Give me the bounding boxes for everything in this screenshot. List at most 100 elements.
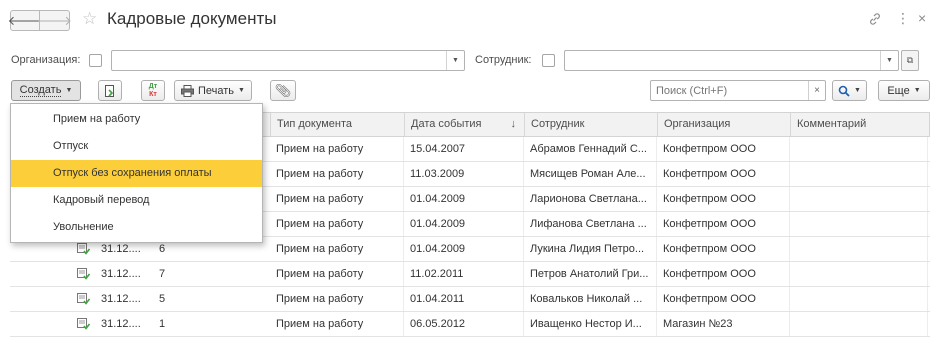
cell-event-date: 11.03.2009 — [404, 162, 524, 186]
cell-employee: Лифанова Светлана ... — [524, 212, 657, 236]
cell-organization: Конфетпром ООО — [657, 187, 790, 211]
cell-doc-type: Прием на работу — [270, 162, 404, 186]
search-field[interactable]: × — [650, 80, 826, 101]
cell-doc-type: Прием на работу — [270, 187, 404, 211]
cell-doc-type: Прием на работу — [270, 287, 404, 311]
cell-employee: Петров Анатолий Гри... — [524, 262, 657, 286]
cell-employee: Лукина Лидия Петро... — [524, 237, 657, 261]
cell-number: 5 — [159, 293, 166, 305]
more-button[interactable]: Еще ▼ — [878, 80, 930, 101]
cell-doc-type: Прием на работу — [270, 262, 404, 286]
create-menu-item[interactable]: Прием на работу — [11, 106, 262, 133]
cell-organization: Конфетпром ООО — [657, 237, 790, 261]
posted-document-icon — [77, 243, 91, 255]
print-button-label: Печать — [198, 84, 235, 97]
table-row[interactable]: 31.12.... 7 Прием на работу 11.02.2011 Петро… — [10, 262, 930, 287]
search-options-button[interactable]: ▼ — [832, 80, 867, 101]
chevron-down-icon[interactable]: ▼ — [880, 51, 898, 70]
cell-employee: Ковальков Николай ... — [524, 287, 657, 311]
column-header-doc-type[interactable]: Тип документа — [271, 113, 405, 136]
cell-organization: Конфетпром ООО — [657, 287, 790, 311]
postings-button[interactable]: Дт Кт — [141, 80, 165, 101]
cell-comment — [790, 287, 928, 311]
cell-number: 1 — [159, 318, 166, 330]
printer-icon — [181, 84, 194, 97]
cell-employee: Иващенко Нестор И... — [524, 312, 657, 336]
create-menu-item[interactable]: Кадровый перевод — [11, 187, 262, 214]
paperclip-icon: 📎︎ — [274, 82, 292, 98]
cell-date: 31.12.... — [101, 268, 141, 280]
clear-search-icon[interactable]: × — [808, 81, 825, 100]
attach-file-button[interactable]: 📎︎ — [270, 80, 296, 101]
table-row[interactable]: 31.12.... 1 Прием на работу 06.05.2012 Иваще… — [10, 312, 930, 337]
cell-organization: Конфетпром ООО — [657, 137, 790, 161]
cell-comment — [790, 312, 928, 336]
table-row[interactable]: 31.12.... 5 Прием на работу 01.04.2011 Ковал… — [10, 287, 930, 312]
cell-comment — [790, 187, 928, 211]
copy-document-button[interactable] — [98, 80, 122, 101]
cell-organization: Конфетпром ООО — [657, 262, 790, 286]
link-icon[interactable] — [868, 12, 882, 29]
search-icon — [838, 85, 850, 97]
sort-descending-icon: ↓ — [510, 118, 517, 130]
cell-event-date: 15.04.2007 — [404, 137, 524, 161]
create-dropdown-menu: Прием на работу Отпуск Отпуск без сохранен… — [10, 103, 263, 243]
column-header-organization[interactable]: Организация — [658, 113, 791, 136]
employee-label: Сотрудник: — [475, 54, 532, 66]
cell-comment — [790, 262, 928, 286]
cell-comment — [790, 137, 928, 161]
cell-event-date: 01.04.2009 — [404, 187, 524, 211]
cell-event-date: 01.04.2009 — [404, 237, 524, 261]
column-header-event-date-label: Дата события — [411, 118, 482, 130]
open-window-icon: ⧉ — [906, 55, 914, 65]
employee-filter-checkbox[interactable] — [542, 54, 555, 67]
posted-document-icon — [77, 318, 91, 330]
cell-employee: Абрамов Геннадий С... — [524, 137, 657, 161]
caret-down-icon: ▼ — [238, 87, 245, 94]
cell-date: 31.12.... — [101, 318, 141, 330]
close-icon[interactable]: × — [918, 10, 926, 26]
cell-event-date: 11.02.2011 — [404, 262, 524, 286]
chevron-down-icon[interactable]: ▼ — [446, 51, 464, 70]
cell-number: 7 — [159, 268, 166, 280]
back-button[interactable]: 🡐 — [8, 10, 42, 31]
cell-doc-type: Прием на работу — [270, 312, 404, 336]
open-employee-button[interactable]: ⧉ — [901, 50, 919, 71]
cell-organization: Магазин №23 — [657, 312, 790, 336]
forward-button[interactable]: 🡒 — [37, 10, 72, 31]
cell-organization: Конфетпром ООО — [657, 162, 790, 186]
cell-comment — [790, 212, 928, 236]
arrow-right-icon: 🡒 — [37, 12, 72, 28]
caret-down-icon: ▼ — [854, 87, 861, 94]
caret-down-icon: ▼ — [913, 87, 921, 94]
posted-document-icon — [77, 268, 91, 280]
column-header-employee[interactable]: Сотрудник — [525, 113, 658, 136]
column-header-event-date[interactable]: Дата события ↓ — [405, 113, 525, 136]
employee-field[interactable]: ▼ — [564, 50, 899, 71]
create-button-label: Создать — [19, 84, 62, 97]
credit-text-icon: Кт — [149, 90, 157, 98]
cell-comment — [790, 162, 928, 186]
cell-date: 31.12.... — [101, 293, 141, 305]
page-title: Кадровые документы — [107, 9, 277, 28]
cell-event-date: 06.05.2012 — [404, 312, 524, 336]
print-button[interactable]: Печать ▼ — [174, 80, 252, 101]
cell-employee: Ларионова Светлана... — [524, 187, 657, 211]
cell-comment — [790, 237, 928, 261]
organization-field[interactable]: ▼ — [111, 50, 465, 71]
cell-employee: Мясищев Роман Але... — [524, 162, 657, 186]
document-copy-icon — [105, 84, 114, 97]
cell-doc-type: Прием на работу — [270, 212, 404, 236]
organization-filter-checkbox[interactable] — [89, 54, 102, 67]
create-menu-item[interactable]: Увольнение — [11, 214, 262, 241]
cell-organization: Конфетпром ООО — [657, 212, 790, 236]
create-menu-item[interactable]: Отпуск — [11, 133, 262, 160]
create-button[interactable]: Создать ▼ — [11, 80, 81, 101]
caret-down-icon: ▼ — [65, 87, 73, 94]
create-menu-item[interactable]: Отпуск без сохранения оплаты — [11, 160, 262, 187]
favorite-star-icon[interactable]: ☆ — [82, 9, 97, 29]
search-input[interactable] — [651, 81, 801, 100]
column-header-comment[interactable]: Комментарий — [791, 113, 929, 136]
more-vertical-icon[interactable]: ⋮ — [896, 10, 910, 27]
cell-event-date: 01.04.2011 — [404, 287, 524, 311]
